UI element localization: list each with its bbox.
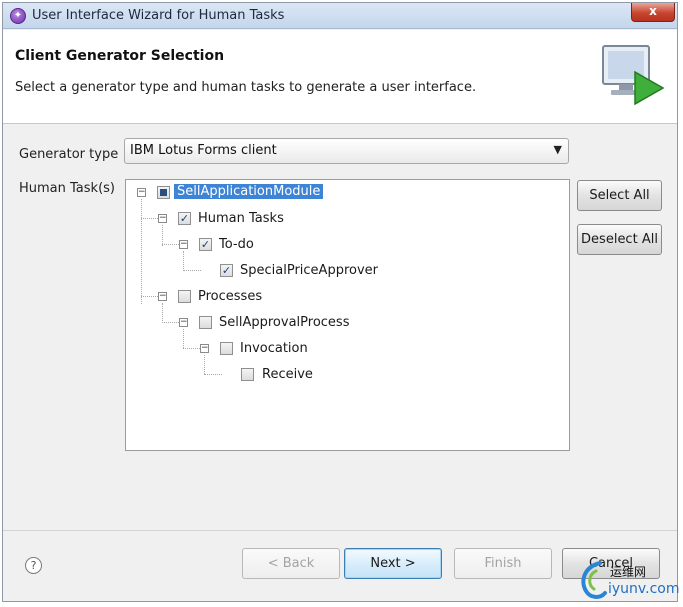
finish-button[interactable]: Finish [454,548,552,579]
tree-checkbox-specialpriceapprover[interactable]: ✓ [220,264,233,277]
tree-node-sellapprovalprocess[interactable]: SellApprovalProcess [219,315,349,330]
wizard-window: ✦ User Interface Wizard for Human Tasks … [2,2,678,602]
human-tasks-label: Human Task(s) [19,181,115,196]
window-title: User Interface Wizard for Human Tasks [32,8,285,23]
tree-connector [141,296,158,297]
tree-connector [162,303,163,323]
tree-node-sellapplicationmodule[interactable]: SellApplicationModule [174,184,324,199]
next-button[interactable]: Next > [344,548,442,579]
tree-connector [141,199,142,304]
tree-connector [162,244,179,245]
page-title: Client Generator Selection [15,48,225,64]
tree-expander-icon[interactable]: − [179,240,188,249]
select-all-button[interactable]: Select All [577,180,662,211]
tree-node-specialpriceapprover[interactable]: SpecialPriceApprover [240,263,378,278]
close-button[interactable]: x [631,3,675,22]
chevron-down-icon: ▼ [553,143,562,156]
tree-expander-icon[interactable]: − [137,188,146,197]
tree-connector [141,218,158,219]
tree-node-invocation[interactable]: Invocation [240,341,308,356]
tree-node-to-do[interactable]: To-do [219,237,254,252]
tree-checkbox-sellapprovalprocess[interactable] [199,316,212,329]
tree-connector [183,329,184,348]
back-button[interactable]: < Back [242,548,340,579]
tree-expander-icon[interactable]: − [200,344,209,353]
generator-type-value: IBM Lotus Forms client [130,143,277,158]
tree-checkbox-sellapplicationmodule[interactable] [157,186,170,199]
watermark-text-cn: 运维网 [610,565,647,579]
tree-node-processes[interactable]: Processes [198,289,262,304]
tree-node-human-tasks[interactable]: Human Tasks [198,211,284,226]
tree-connector [162,322,179,323]
title-bar: ✦ User Interface Wizard for Human Tasks … [3,3,677,29]
human-tasks-tree[interactable]: − SellApplicationModule − ✓ Human Tasks … [125,179,570,451]
tree-connector [204,374,222,375]
tree-connector [183,270,201,271]
deselect-all-button[interactable]: Deselect All [577,224,662,255]
generator-type-label: Generator type [19,147,119,162]
wizard-banner-icon [602,45,665,106]
site-watermark: 运维网 iyunv.com [578,559,681,605]
generator-type-select[interactable]: IBM Lotus Forms client ▼ [124,138,569,164]
tree-checkbox-processes[interactable] [178,290,191,303]
footer-divider [3,530,677,531]
tree-expander-icon[interactable]: − [158,292,167,301]
help-icon[interactable]: ? [25,557,42,574]
tree-connector [204,355,205,374]
tree-checkbox-receive[interactable] [241,368,254,381]
swirl-logo-icon [581,561,607,599]
tree-node-receive[interactable]: Receive [262,367,313,382]
tree-connector [162,225,163,246]
wizard-header: Client Generator Selection Select a gene… [3,30,677,124]
watermark-text-url: iyunv.com [608,581,680,597]
tree-expander-icon[interactable]: − [158,214,167,223]
page-description: Select a generator type and human tasks … [15,80,477,95]
wizard-app-icon: ✦ [10,8,26,24]
tree-connector [183,348,200,349]
tree-expander-icon[interactable]: − [179,318,188,327]
tree-connector [183,251,184,271]
tree-checkbox-human-tasks[interactable]: ✓ [178,212,191,225]
tree-checkbox-to-do[interactable]: ✓ [199,238,212,251]
tree-checkbox-invocation[interactable] [220,342,233,355]
